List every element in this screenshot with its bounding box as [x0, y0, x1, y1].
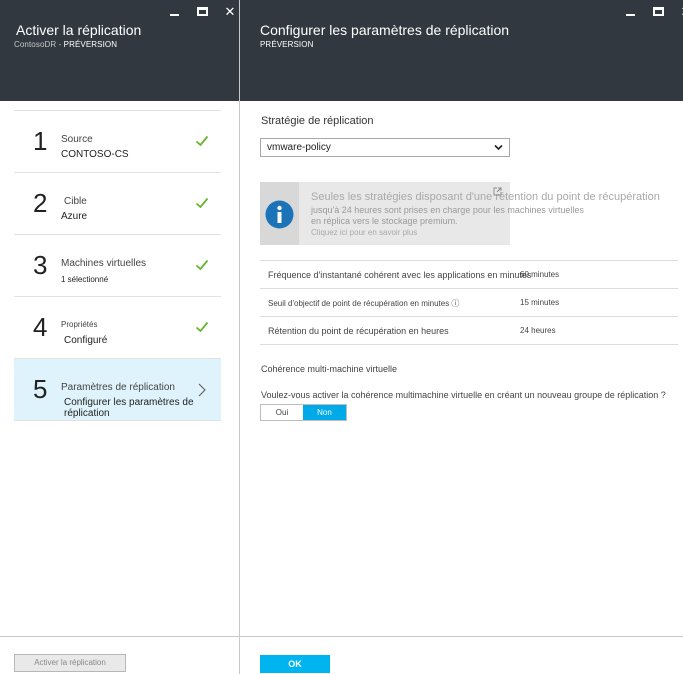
- step-replication-settings[interactable]: 5 Paramètres de réplication Configurer l…: [14, 359, 221, 421]
- blade-title: Activer la réplication: [16, 22, 142, 38]
- toggle-yes-option[interactable]: Oui: [261, 405, 304, 420]
- setting-name: Fréquence d'instantané cohérent avec les…: [268, 270, 532, 280]
- enable-replication-button[interactable]: Activer la réplication: [14, 654, 126, 672]
- wizard-steps: 1 Source CONTOSO-CS 2 Cible Azure 3 Mach…: [14, 110, 221, 421]
- step-label: Machines virtuelles: [61, 258, 147, 269]
- external-link-icon[interactable]: [493, 187, 502, 196]
- setting-value: 15 minutes: [520, 298, 560, 307]
- step-label: Cible: [64, 196, 87, 207]
- checkmark-icon: [195, 135, 209, 147]
- step-value: 1 sélectionné: [61, 275, 109, 284]
- multivm-title: Cohérence multi-machine virtuelle: [261, 364, 398, 374]
- info-banner[interactable]: Seules les stratégies disposant d'une ré…: [260, 182, 660, 245]
- step-label: Source: [61, 134, 93, 145]
- replication-settings-blade: Configurer les paramètres de réplication…: [240, 0, 683, 674]
- table-row: Seuil d'objectif de point de récupératio…: [260, 289, 678, 317]
- preview-tag: PRÉVERSION: [260, 40, 314, 49]
- setting-value: 24 heures: [520, 326, 556, 335]
- maximize-icon[interactable]: [188, 4, 216, 18]
- info-text-line: Seules les stratégies disposant d'une ré…: [311, 191, 660, 203]
- toggle-no-option[interactable]: Non: [303, 405, 346, 420]
- portal-screen: Activer la réplication ContosoDR - PRÉVE…: [0, 0, 683, 674]
- step-target[interactable]: 2 Cible Azure: [14, 173, 221, 235]
- table-row: Fréquence d'instantané cohérent avec les…: [260, 261, 678, 289]
- info-text-line: jusqu'à 24 heures sont prises en charge …: [311, 205, 584, 215]
- settings-table: Fréquence d'instantané cohérent avec les…: [260, 260, 678, 345]
- step-source[interactable]: 1 Source CONTOSO-CS: [14, 111, 221, 173]
- checkmark-icon: [195, 259, 209, 271]
- minimize-icon[interactable]: [160, 4, 188, 18]
- learn-more-link[interactable]: Cliquez ici pour en savoir plus: [311, 228, 417, 237]
- preview-tag: PRÉVERSION: [63, 40, 118, 49]
- chevron-down-icon: [494, 144, 503, 151]
- policy-selected-value: vmware-policy: [267, 142, 331, 153]
- enable-replication-blade: Activer la réplication ContosoDR - PRÉVE…: [0, 0, 240, 674]
- policy-dropdown[interactable]: vmware-policy: [260, 138, 510, 157]
- policy-label: Stratégie de réplication: [261, 115, 374, 127]
- step-properties[interactable]: 4 Propriétés Configuré: [14, 297, 221, 359]
- close-icon[interactable]: ✕: [672, 4, 683, 18]
- blade-header: Configurer les paramètres de réplication…: [240, 0, 683, 101]
- subtitle-prefix: ContosoDR -: [14, 40, 64, 49]
- info-icon: [265, 200, 294, 229]
- minimize-icon[interactable]: [616, 4, 644, 18]
- step-number: 3: [33, 250, 48, 280]
- step-value: Azure: [61, 211, 88, 222]
- window-controls: ✕: [616, 4, 683, 18]
- table-row: Rétention du point de récupération en he…: [260, 317, 678, 345]
- multivm-question: Voulez-vous activer la cohérence multima…: [261, 390, 666, 400]
- blade-footer: Activer la réplication: [0, 636, 240, 674]
- info-text-line: en réplica vers le stockage premium.: [311, 216, 458, 226]
- step-value: CONTOSO-CS: [61, 149, 129, 160]
- blade-footer: OK: [240, 636, 683, 674]
- info-icon-box: [260, 182, 299, 245]
- blade-header: Activer la réplication ContosoDR - PRÉVE…: [0, 0, 239, 101]
- multivm-toggle: Oui Non: [260, 404, 347, 421]
- step-number: 2: [33, 188, 48, 218]
- step-value: Configuré: [64, 335, 108, 346]
- step-virtual-machines[interactable]: 3 Machines virtuelles 1 sélectionné: [14, 235, 221, 297]
- step-value: Configurer les paramètres de réplication: [64, 397, 194, 419]
- step-number: 1: [33, 126, 48, 156]
- step-number: 4: [33, 312, 48, 342]
- setting-name: Seuil d'objectif de point de récupératio…: [268, 299, 460, 308]
- blade-title: Configurer les paramètres de réplication: [260, 22, 510, 38]
- blade-subtitle: ContosoDR - PRÉVERSION: [14, 40, 117, 49]
- ok-button[interactable]: OK: [260, 655, 330, 673]
- checkmark-icon: [195, 321, 209, 333]
- step-label: Paramètres de réplication: [61, 382, 175, 393]
- step-number: 5: [33, 374, 48, 404]
- setting-value: 60 minutes: [520, 270, 560, 279]
- checkmark-icon: [195, 197, 209, 209]
- maximize-icon[interactable]: [644, 4, 672, 18]
- step-label: Propriétés: [61, 320, 98, 329]
- setting-name: Rétention du point de récupération en he…: [268, 326, 449, 336]
- window-controls: ✕: [160, 4, 244, 18]
- chevron-right-icon: [198, 383, 206, 397]
